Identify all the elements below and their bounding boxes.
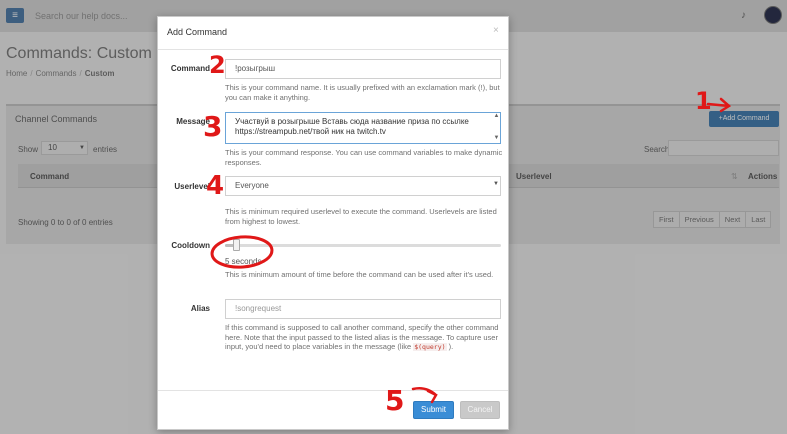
annotation-circle-cooldown: [210, 235, 274, 269]
annotation-scribbles: [210, 97, 732, 404]
annotation-arrow-5: [411, 387, 438, 404]
annotation-arrow-1: [706, 97, 732, 113]
